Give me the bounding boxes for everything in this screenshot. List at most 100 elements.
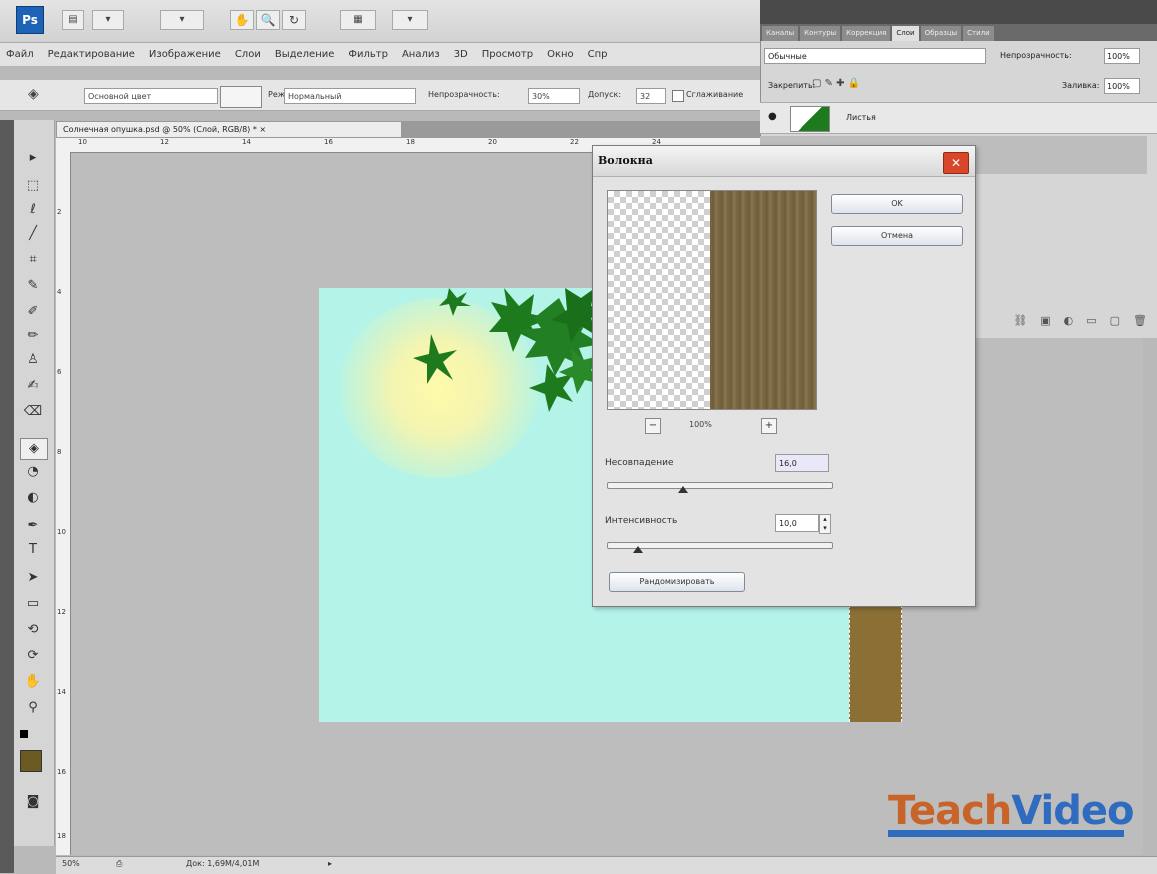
link-layers-icon[interactable]: ⛓ xyxy=(1013,314,1027,327)
quick-mask-icon[interactable]: ◙ xyxy=(20,792,46,812)
zoom-in-icon[interactable]: + xyxy=(761,418,777,434)
3d-rotate-tool-icon[interactable]: ⟲ xyxy=(20,620,46,640)
crop-tool-icon[interactable]: ⌗ xyxy=(20,250,46,270)
dialog-title: Волокна xyxy=(598,154,653,167)
variance-slider[interactable] xyxy=(607,482,833,489)
layer-opacity-input[interactable]: 100% xyxy=(1104,48,1140,64)
tab-swatches[interactable]: Образцы xyxy=(920,26,962,41)
ruler-label: 20 xyxy=(488,138,497,146)
quick-select-tool-icon[interactable]: ╱ xyxy=(20,224,46,244)
menu-view[interactable]: Просмотр xyxy=(482,49,533,60)
paint-bucket-tool-icon[interactable]: ◈ xyxy=(20,438,48,460)
fill-label: Заливка: xyxy=(1062,81,1100,90)
strength-spinner[interactable]: ▴ ▾ xyxy=(819,514,831,534)
mode-select[interactable]: Нормальный xyxy=(284,88,416,104)
hand-tool-icon[interactable]: ✋ xyxy=(20,672,46,692)
blend-mode-select[interactable]: Обычные xyxy=(764,48,986,64)
menu-layer[interactable]: Слои xyxy=(235,49,261,60)
tab-channels[interactable]: Каналы xyxy=(762,26,799,41)
foreground-color-swatch[interactable] xyxy=(20,750,42,772)
clone-stamp-tool-icon[interactable]: ♙ xyxy=(20,350,46,370)
menu-3d[interactable]: 3D xyxy=(454,49,468,60)
ruler-label: 16 xyxy=(324,138,333,146)
eyedropper-tool-icon[interactable]: ✎ xyxy=(20,276,46,296)
ruler-label: 18 xyxy=(57,832,66,840)
new-layer-icon[interactable]: ▢ xyxy=(1110,314,1120,327)
rotate-view-icon[interactable]: ↻ xyxy=(282,10,306,30)
group-icon[interactable]: ▭ xyxy=(1086,314,1096,327)
dropdown-arrow-icon: ▾ xyxy=(105,14,111,25)
strength-label: Интенсивность xyxy=(605,516,678,526)
ruler-label: 12 xyxy=(57,608,66,616)
eraser-tool-icon[interactable]: ⌫ xyxy=(20,402,46,422)
status-doc-info: Док: 1,69M/4,01M xyxy=(186,859,260,868)
menu-select[interactable]: Выделение xyxy=(275,49,335,60)
filter-preview[interactable] xyxy=(607,190,817,410)
opacity-input[interactable]: 30% xyxy=(528,88,580,104)
move-tool-icon[interactable]: ▸ xyxy=(20,148,46,168)
default-colors-icon[interactable] xyxy=(20,730,28,738)
arrange-documents-button[interactable]: ▦ xyxy=(340,10,376,30)
photoshop-logo[interactable]: Ps xyxy=(16,6,44,34)
smoothing-checkbox[interactable] xyxy=(672,90,684,102)
menu-image[interactable]: Изображение xyxy=(149,49,221,60)
adjustment-layer-icon[interactable]: ◐ xyxy=(1064,314,1074,327)
fill-source-select[interactable]: Основной цвет xyxy=(84,88,218,104)
delete-layer-icon[interactable]: 🗑 xyxy=(1133,314,1147,327)
strength-slider-thumb[interactable] xyxy=(633,546,644,553)
variance-input[interactable]: 16,0 xyxy=(775,454,829,472)
zoom-tool-icon[interactable]: 🔍 xyxy=(256,10,280,30)
layer-style-icon[interactable]: ▣ xyxy=(1040,314,1050,327)
minibridge-button[interactable]: ▾ xyxy=(92,10,124,30)
3d-orbit-tool-icon[interactable]: ⟳ xyxy=(20,646,46,666)
dodge-tool-icon[interactable]: ◐ xyxy=(20,488,46,508)
shape-tool-icon[interactable]: ▭ xyxy=(20,594,46,614)
menu-edit[interactable]: Редактирование xyxy=(48,49,135,60)
layer-row[interactable]: ● Листья xyxy=(760,102,1157,134)
ok-button[interactable]: OK xyxy=(831,194,963,214)
status-arrow-icon[interactable]: ▸ xyxy=(328,859,332,868)
variance-slider-thumb[interactable] xyxy=(678,486,689,493)
marquee-tool-icon[interactable]: ⬚ xyxy=(20,176,46,196)
tolerance-label: Допуск: xyxy=(588,90,622,99)
tolerance-input[interactable]: 32 xyxy=(636,88,666,104)
tab-styles[interactable]: Стили xyxy=(963,26,994,41)
close-icon[interactable]: ✕ xyxy=(943,152,969,174)
path-selection-tool-icon[interactable]: ➤ xyxy=(20,568,46,588)
tab-adjustments[interactable]: Коррекция xyxy=(842,26,891,41)
layer-name[interactable]: Листья xyxy=(846,113,876,122)
ruler-label: 10 xyxy=(78,138,87,146)
cancel-button[interactable]: Отмена xyxy=(831,226,963,246)
tab-paths[interactable]: Контуры xyxy=(800,26,841,41)
fill-input[interactable]: 100% xyxy=(1104,78,1140,94)
healing-brush-tool-icon[interactable]: ✐ xyxy=(20,302,46,322)
menu-analysis[interactable]: Анализ xyxy=(402,49,440,60)
paint-bucket-icon[interactable]: ◈ xyxy=(28,86,39,102)
lock-label: Закрепить: xyxy=(768,81,816,90)
lasso-tool-icon[interactable]: ℓ xyxy=(20,200,46,220)
history-brush-tool-icon[interactable]: ✍ xyxy=(20,376,46,396)
hand-tool-icon[interactable]: ✋ xyxy=(230,10,254,30)
menu-file[interactable]: Файл xyxy=(6,49,34,60)
screen-mode-button[interactable]: ▾ xyxy=(392,10,428,30)
brush-tool-icon[interactable]: ✏ xyxy=(20,326,46,346)
pen-tool-icon[interactable]: ✒ xyxy=(20,516,46,536)
menu-window[interactable]: Окно xyxy=(547,49,574,60)
strength-input[interactable]: 10,0 xyxy=(775,514,819,532)
randomize-button[interactable]: Рандомизировать xyxy=(609,572,745,592)
document-tab[interactable]: Солнечная опушка.psd @ 50% (Слой, RGB/8)… xyxy=(56,121,402,137)
zoom-out-icon[interactable]: − xyxy=(645,418,661,434)
lock-icons[interactable]: ▢ ✎ ✚ 🔒 xyxy=(812,78,860,89)
bridge-icon[interactable]: ▤ xyxy=(62,10,84,30)
visibility-eye-icon[interactable]: ● xyxy=(768,111,777,122)
zoom-tool-icon[interactable]: ⚲ xyxy=(20,698,46,718)
status-share-icon[interactable]: ⎙ xyxy=(116,859,122,869)
pattern-picker[interactable] xyxy=(220,86,262,108)
status-zoom[interactable]: 50% xyxy=(62,859,80,868)
blur-tool-icon[interactable]: ◔ xyxy=(20,462,46,482)
menu-filter[interactable]: Фильтр xyxy=(348,49,388,60)
menu-help[interactable]: Спр xyxy=(588,49,608,60)
zoom-level-button[interactable]: ▾ xyxy=(160,10,204,30)
type-tool-icon[interactable]: T xyxy=(20,540,46,560)
tab-layers[interactable]: Слои xyxy=(892,26,919,41)
